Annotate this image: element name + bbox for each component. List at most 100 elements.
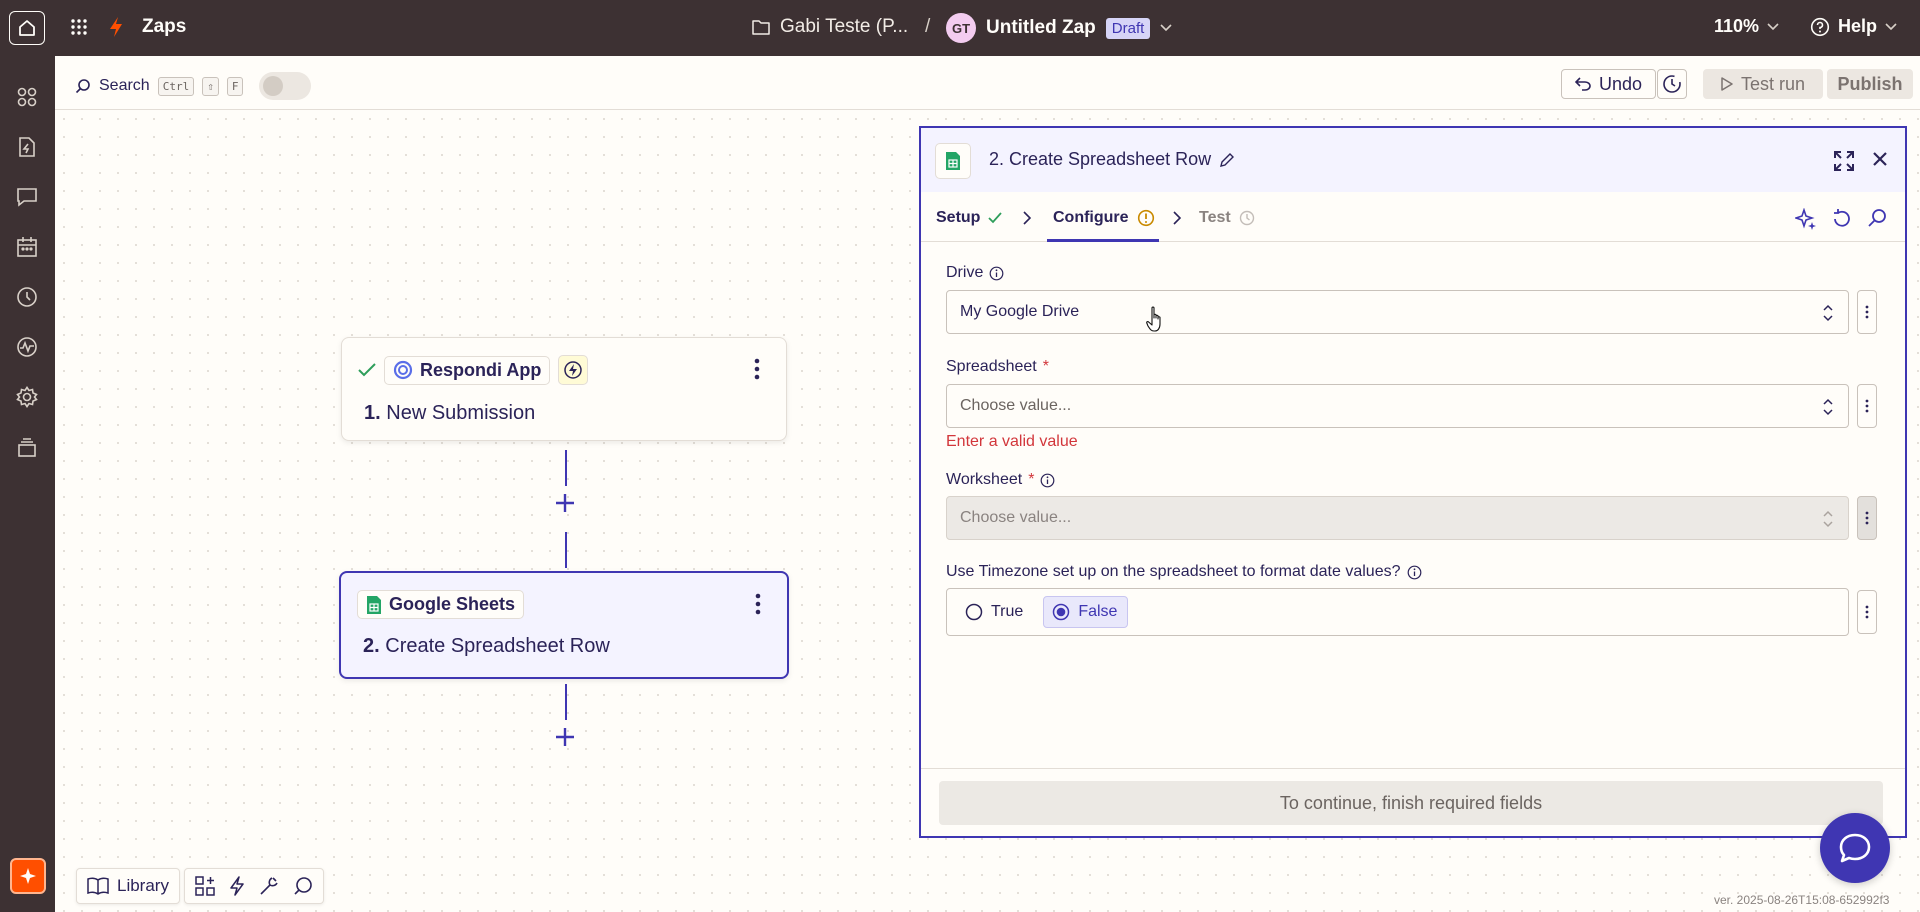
- close-icon[interactable]: [1871, 150, 1889, 168]
- publish-button[interactable]: Publish: [1827, 69, 1913, 99]
- folder-breadcrumb[interactable]: Gabi Teste (P...: [752, 16, 908, 38]
- app-name: Google Sheets: [389, 594, 516, 614]
- pencil-icon[interactable]: [1219, 152, 1235, 168]
- timezone-label: Use Timezone set up on the spreadsheet t…: [946, 563, 1422, 581]
- zap-file-icon[interactable]: [15, 135, 39, 159]
- refresh-icon[interactable]: [1831, 208, 1853, 230]
- chevron-right-icon: [1173, 211, 1181, 225]
- shortcut-key: F: [226, 76, 244, 96]
- chevron-down-icon: [1160, 24, 1172, 32]
- chevron-updown-icon: [1822, 509, 1834, 529]
- kebab-menu-icon[interactable]: [754, 358, 760, 380]
- kebab-menu-icon: [1865, 305, 1869, 319]
- grid-icon: [70, 18, 88, 36]
- field-label-text: Spreadsheet: [946, 358, 1037, 375]
- connector-line: [565, 532, 567, 568]
- search-button[interactable]: Search Ctrl ⇧ F: [75, 72, 312, 100]
- add-step-button[interactable]: [554, 726, 576, 748]
- panel-footer: To continue, finish required fields: [921, 768, 1905, 836]
- connector-line: [565, 684, 567, 720]
- field-options-button[interactable]: [1857, 590, 1877, 634]
- ai-sparkle-icon[interactable]: [1795, 208, 1817, 230]
- radio-unchecked-icon: [965, 603, 983, 621]
- add-app-icon[interactable]: [195, 876, 215, 896]
- check-icon: [988, 212, 1003, 224]
- chevron-right-icon: [1023, 211, 1031, 225]
- expand-icon[interactable]: [1833, 150, 1855, 172]
- tab-label: Configure: [1053, 209, 1129, 226]
- radio-checked-icon: [1052, 603, 1070, 621]
- book-icon: [87, 877, 109, 895]
- shortcut-key: Ctrl: [157, 76, 195, 96]
- home-button[interactable]: [9, 11, 45, 45]
- version-history-button[interactable]: [1657, 69, 1687, 99]
- activity-icon[interactable]: [15, 335, 39, 359]
- zap-bolt-icon: [108, 16, 124, 38]
- app-chip[interactable]: Google Sheets: [357, 590, 525, 619]
- tab-label: Test: [1199, 209, 1231, 226]
- zoom-dropdown[interactable]: 110%: [1714, 16, 1779, 37]
- library-button[interactable]: Library: [76, 868, 180, 904]
- comment-icon[interactable]: [293, 876, 313, 896]
- tab-setup[interactable]: Setup: [936, 209, 1003, 227]
- info-icon: [1040, 473, 1055, 488]
- calendar-icon[interactable]: [15, 235, 39, 259]
- spreadsheet-error: Enter a valid value: [946, 433, 1078, 450]
- zap-title-dropdown[interactable]: GT Untitled Zap Draft: [946, 13, 1172, 43]
- step-editor-panel: 2. Create Spreadsheet Row Setup Configur…: [919, 126, 1907, 838]
- panel-title-text: 2. Create Spreadsheet Row: [989, 149, 1212, 169]
- field-options-button[interactable]: [1857, 384, 1877, 428]
- field-options-button[interactable]: [1857, 290, 1877, 334]
- radio-false[interactable]: False: [1043, 596, 1129, 628]
- app-switcher-button[interactable]: [70, 18, 88, 36]
- version-label: ver. 2025-08-26T15:08-652992f3: [1714, 893, 1890, 907]
- panel-title[interactable]: 2. Create Spreadsheet Row: [989, 149, 1235, 170]
- search-label: Search: [99, 77, 150, 94]
- add-step-button[interactable]: [554, 492, 576, 514]
- apps-icon[interactable]: [15, 85, 39, 109]
- app-title[interactable]: Zaps: [142, 16, 186, 38]
- canvas-toggle[interactable]: [259, 72, 312, 100]
- radio-true[interactable]: True: [957, 597, 1033, 627]
- tab-configure[interactable]: Configure: [1053, 209, 1155, 227]
- step-name: Create Spreadsheet Row: [385, 635, 610, 657]
- step-name: New Submission: [386, 402, 536, 424]
- search-icon: [75, 78, 91, 94]
- field-options-button[interactable]: [1857, 496, 1877, 540]
- info-icon: [989, 266, 1004, 281]
- test-run-button[interactable]: Test run: [1703, 69, 1823, 99]
- worksheet-select[interactable]: Choose value...: [946, 496, 1849, 540]
- history-icon[interactable]: [15, 285, 39, 309]
- test-run-label: Test run: [1740, 73, 1806, 94]
- step-title: 2. Create Spreadsheet Row: [363, 635, 610, 658]
- layers-icon[interactable]: [15, 435, 39, 459]
- drive-select[interactable]: My Google Drive: [946, 290, 1849, 334]
- folder-icon: [752, 19, 770, 35]
- chevron-down-icon: [1767, 22, 1779, 31]
- search-icon[interactable]: [1867, 208, 1887, 228]
- kebab-menu-icon[interactable]: [755, 593, 761, 615]
- help-dropdown[interactable]: Help: [1810, 16, 1897, 37]
- chat-support-button[interactable]: [1820, 813, 1890, 883]
- spreadsheet-select[interactable]: Choose value...: [946, 384, 1849, 428]
- zap-bolt-icon[interactable]: [229, 876, 245, 896]
- chat-icon[interactable]: [15, 185, 39, 209]
- step-card-action[interactable]: Google Sheets 2. Create Spreadsheet Row: [339, 571, 789, 679]
- ai-copilot-button[interactable]: [10, 858, 46, 894]
- kebab-menu-icon: [1865, 399, 1869, 413]
- continue-button[interactable]: To continue, finish required fields: [939, 781, 1883, 825]
- step-title: 1. New Submission: [364, 402, 535, 425]
- drive-value: My Google Drive: [960, 303, 1080, 320]
- step-card-trigger[interactable]: Respondi App 1. New Submission: [341, 337, 787, 441]
- top-bar: Zaps Gabi Teste (P... / GT Untitled Zap …: [0, 0, 1920, 56]
- tab-test[interactable]: Test: [1199, 209, 1255, 227]
- timezone-radio-group: True False: [946, 588, 1849, 636]
- required-marker: *: [1042, 358, 1049, 375]
- help-label: Help: [1838, 16, 1878, 36]
- settings-icon[interactable]: [15, 385, 39, 409]
- app-chip[interactable]: Respondi App: [384, 355, 551, 385]
- radio-label: False: [1078, 603, 1118, 620]
- undo-button[interactable]: Undo: [1561, 69, 1656, 99]
- worksheet-label: Worksheet *: [946, 471, 1055, 489]
- wrench-icon[interactable]: [259, 876, 279, 896]
